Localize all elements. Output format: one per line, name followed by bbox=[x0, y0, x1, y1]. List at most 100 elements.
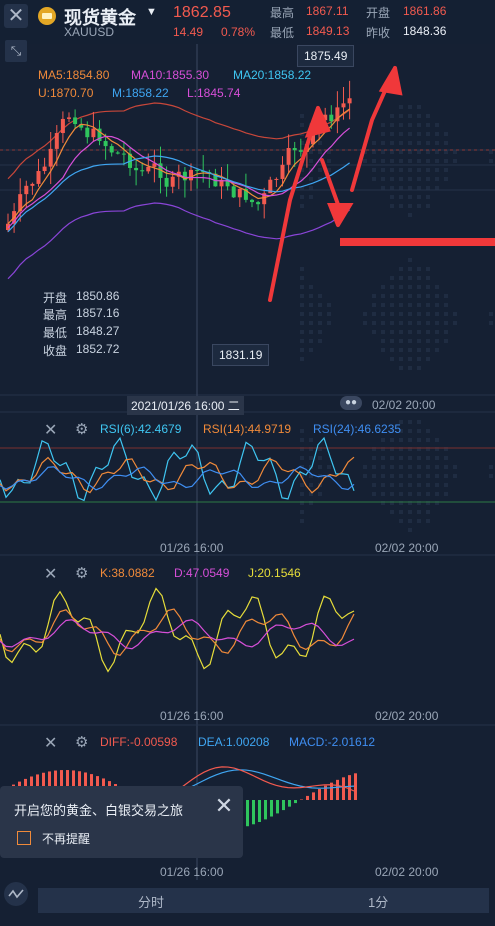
candle-body bbox=[48, 148, 53, 167]
candle-body bbox=[237, 188, 242, 198]
ohlc-open-value: 1850.86 bbox=[76, 289, 120, 303]
candle-body bbox=[280, 164, 285, 179]
candle-body bbox=[298, 150, 303, 152]
rsi14-line bbox=[0, 456, 355, 494]
macd-right-time: 02/02 20:00 bbox=[375, 865, 439, 879]
macd-bar bbox=[354, 773, 357, 800]
rsi-left-time: 01/26 16:00 bbox=[160, 541, 224, 555]
ohlc-low-label: 最低 bbox=[43, 326, 68, 340]
macd-bar bbox=[342, 777, 345, 800]
macd-diff-label: DIFF:-0.00598 bbox=[100, 735, 178, 749]
macd-bar bbox=[246, 800, 249, 827]
ohlc-open-label: 开盘 bbox=[43, 291, 68, 305]
low-price-tag: 1831.19 bbox=[212, 344, 270, 366]
cursor-time-tag: 2021/01/26 16:00 二 bbox=[127, 396, 244, 415]
world-map-backdrop bbox=[300, 105, 493, 532]
kdj-j-line bbox=[0, 587, 355, 673]
ohlc-high-value: 1857.16 bbox=[76, 306, 120, 320]
candlesticks bbox=[6, 80, 352, 233]
candle-body bbox=[250, 199, 254, 203]
kdj-j-label: J:20.1546 bbox=[248, 566, 301, 580]
candle-body bbox=[109, 146, 114, 153]
kdj-left-time: 01/26 16:00 bbox=[160, 709, 224, 723]
candle-body bbox=[292, 148, 297, 151]
candle-body bbox=[347, 98, 352, 104]
macd-bar bbox=[282, 800, 285, 811]
kdj-right-time: 02/02 20:00 bbox=[375, 709, 439, 723]
candle-body bbox=[231, 186, 236, 198]
candle-body bbox=[134, 167, 139, 171]
candle-body bbox=[121, 153, 126, 155]
rsi-right-time: 02/02 20:00 bbox=[375, 541, 439, 555]
candle-body bbox=[103, 141, 108, 147]
macd-bar bbox=[312, 792, 315, 800]
collapse-icon[interactable]: ⤡ bbox=[5, 40, 27, 62]
candle-body bbox=[24, 185, 29, 195]
close-panel-icon[interactable]: ✕ bbox=[44, 564, 57, 584]
candle-body bbox=[329, 114, 334, 122]
candle-body bbox=[54, 133, 59, 149]
kdj-d-label: D:47.0549 bbox=[174, 566, 230, 580]
indicator-icon[interactable] bbox=[4, 882, 28, 906]
promo-popup bbox=[0, 786, 243, 858]
candle-body bbox=[170, 176, 175, 187]
main-right-time: 02/02 20:00 bbox=[372, 398, 436, 412]
candle-body bbox=[42, 166, 47, 172]
ohlc-high-label: 最高 bbox=[43, 308, 68, 322]
candle-body bbox=[73, 117, 78, 125]
candle-body bbox=[60, 118, 65, 134]
rsi24-label: RSI(24):46.6235 bbox=[313, 422, 402, 436]
ohlc-low-value: 1848.27 bbox=[76, 324, 120, 338]
close-panel-icon[interactable]: ✕ bbox=[44, 420, 57, 440]
rsi6-label: RSI(6):42.4679 bbox=[100, 422, 182, 436]
macd-bar bbox=[348, 775, 351, 800]
ma20-label: MA20:1858.22 bbox=[233, 68, 312, 82]
candle-body bbox=[67, 117, 71, 119]
candle-body bbox=[115, 152, 120, 154]
settings-icon[interactable]: ⚙ bbox=[75, 733, 88, 751]
rsi-grid bbox=[0, 447, 495, 556]
rsi14-label: RSI(14):44.9719 bbox=[203, 422, 292, 436]
settings-icon[interactable]: ⚙ bbox=[75, 420, 88, 438]
drag-handle-icon[interactable]: ●● bbox=[340, 396, 362, 410]
candle-body bbox=[256, 202, 261, 205]
tab-1min[interactable]: 1分 bbox=[368, 892, 388, 911]
candle-body bbox=[140, 170, 145, 172]
kdj-lines bbox=[0, 587, 355, 673]
macd-value-label: MACD:-2.01612 bbox=[289, 735, 376, 749]
timeframe-tabs bbox=[38, 888, 489, 913]
promo-text: 开启您的黄金、白银交易之旅 bbox=[14, 803, 184, 818]
macd-left-time: 01/26 16:00 bbox=[160, 865, 224, 879]
macd-bar bbox=[306, 795, 309, 800]
dont-remind-checkbox[interactable] bbox=[17, 831, 31, 845]
dont-remind-label[interactable]: 不再提醒 bbox=[42, 830, 90, 847]
annotation-arrows bbox=[268, 66, 403, 302]
kdj-k-line bbox=[0, 608, 355, 657]
close-panel-icon[interactable]: ✕ bbox=[44, 733, 57, 753]
macd-bar bbox=[318, 788, 321, 800]
ohlc-close-value: 1852.72 bbox=[76, 342, 120, 356]
annotation-bar bbox=[340, 238, 495, 246]
macd-bar bbox=[336, 779, 339, 800]
ohlc-close-label: 收盘 bbox=[43, 344, 68, 358]
tab-time-share[interactable]: 分时 bbox=[138, 892, 164, 911]
candle-body bbox=[91, 128, 96, 138]
candle-body bbox=[286, 148, 291, 165]
macd-bar bbox=[264, 800, 267, 820]
candle-body bbox=[195, 169, 200, 171]
candle-body bbox=[146, 166, 151, 172]
boll-u-label: U:1870.70 bbox=[38, 86, 94, 100]
candle-body bbox=[189, 169, 193, 181]
candle-body bbox=[341, 103, 346, 108]
close-icon[interactable]: ✕ bbox=[213, 795, 235, 817]
macd-bar bbox=[288, 800, 291, 807]
settings-icon[interactable]: ⚙ bbox=[75, 564, 88, 582]
macd-dea-label: DEA:1.00208 bbox=[198, 735, 270, 749]
macd-bar bbox=[276, 800, 279, 814]
candle-body bbox=[30, 183, 35, 186]
macd-bar bbox=[270, 800, 273, 817]
ma5-label: MA5:1854.80 bbox=[38, 68, 110, 82]
boll-bands bbox=[7, 102, 350, 280]
candle-body bbox=[36, 171, 41, 184]
macd-bar bbox=[294, 800, 297, 804]
